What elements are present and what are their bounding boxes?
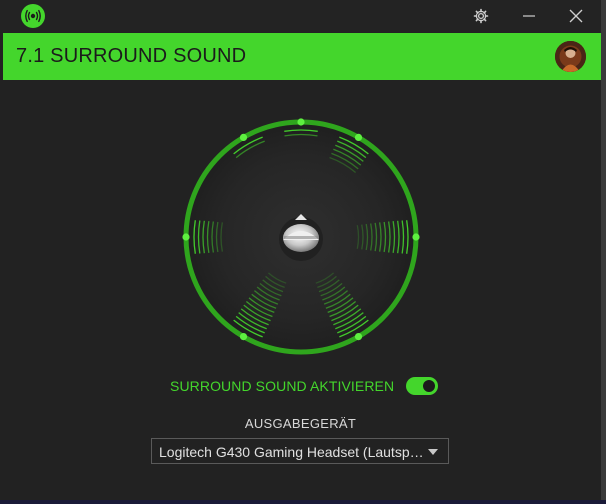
surround-toggle-row: SURROUND SOUND AKTIVIEREN — [170, 376, 439, 396]
speaker-front-center[interactable] — [297, 118, 305, 126]
minimize-icon — [523, 15, 535, 17]
settings-button[interactable] — [469, 4, 493, 28]
speaker-side-right[interactable] — [412, 233, 420, 241]
output-device-select[interactable]: Logitech G430 Gaming Headset (Lautsp… — [151, 438, 449, 464]
surround-toggle-label: SURROUND SOUND AKTIVIEREN — [170, 378, 395, 394]
header-bar: 7.1 SURROUND SOUND — [3, 33, 601, 80]
surround-visualizer — [176, 112, 426, 362]
output-device-label: AUSGABEGERÄT — [244, 416, 357, 431]
razer-logo-icon — [21, 4, 45, 28]
chevron-down-icon — [428, 449, 438, 455]
surround-toggle[interactable] — [406, 377, 439, 395]
page-title: 7.1 SURROUND SOUND — [16, 45, 247, 67]
speaker-front-right[interactable] — [354, 133, 363, 142]
close-button[interactable] — [564, 4, 588, 28]
close-icon — [569, 9, 583, 23]
user-avatar[interactable] — [555, 41, 586, 72]
speaker-rear-right[interactable] — [354, 332, 363, 341]
output-device-value: Logitech G430 Gaming Headset (Lautsp… — [159, 444, 424, 460]
speaker-front-left[interactable] — [239, 133, 248, 142]
title-bar — [0, 0, 601, 32]
toggle-knob — [423, 380, 436, 392]
speaker-rear-left[interactable] — [239, 332, 248, 341]
minimize-button[interactable] — [517, 4, 541, 28]
speaker-side-left[interactable] — [182, 233, 190, 241]
gear-icon — [473, 8, 489, 24]
window-edge — [601, 0, 606, 504]
desktop-strip — [0, 500, 606, 504]
